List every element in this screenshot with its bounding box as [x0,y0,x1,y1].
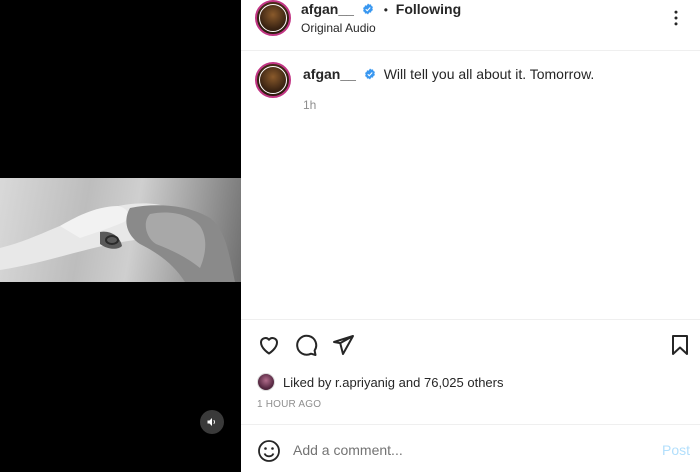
bookmark-icon[interactable] [668,333,692,357]
likes-summary: Liked by r.apriyanig and 76,025 others [257,372,504,392]
verified-badge-icon [364,68,375,80]
author-line: afgan__ • Following [301,1,461,17]
comment-bar: Post [241,424,700,473]
emoji-icon[interactable] [257,439,281,463]
comment-icon[interactable] [294,333,318,357]
comment-input[interactable] [293,440,633,460]
hands-image [0,203,235,282]
more-options-icon[interactable] [666,8,686,28]
audio-label[interactable]: Original Audio [301,21,376,35]
post-header: afgan__ • Following Original Audio [241,0,700,51]
post-comment-button[interactable]: Post [662,442,690,458]
liker-username[interactable]: r.apriyanig [335,375,395,390]
likes-others[interactable]: 76,025 others [424,375,504,390]
post-photo [0,178,241,282]
following-button[interactable]: Following [396,1,461,17]
send-icon[interactable] [331,333,355,357]
posted-time[interactable]: 1 HOUR AGO [257,399,321,410]
heart-icon[interactable] [257,333,281,357]
liker-avatar[interactable] [257,373,275,391]
likes-joiner: and [398,374,421,390]
separator-dot: • [383,3,388,17]
author-username[interactable]: afgan__ [301,1,354,17]
action-bar [241,319,700,370]
post-details-panel: afgan__ • Following Original Audio afgan… [241,0,700,472]
author-avatar[interactable] [255,0,291,36]
speaker-icon [207,418,215,426]
caption-author-avatar[interactable] [255,62,291,98]
caption-text: Will tell you all about it. Tomorrow. [383,66,595,82]
post-media[interactable] [0,0,241,472]
caption: afgan__ Will tell you all about it. Tomo… [303,66,594,82]
caption-time[interactable]: 1h [303,98,316,112]
likes-prefix: Liked by [283,374,332,390]
sound-toggle-button[interactable] [200,410,224,434]
verified-badge-icon [362,3,373,15]
caption-username[interactable]: afgan__ [303,66,356,82]
